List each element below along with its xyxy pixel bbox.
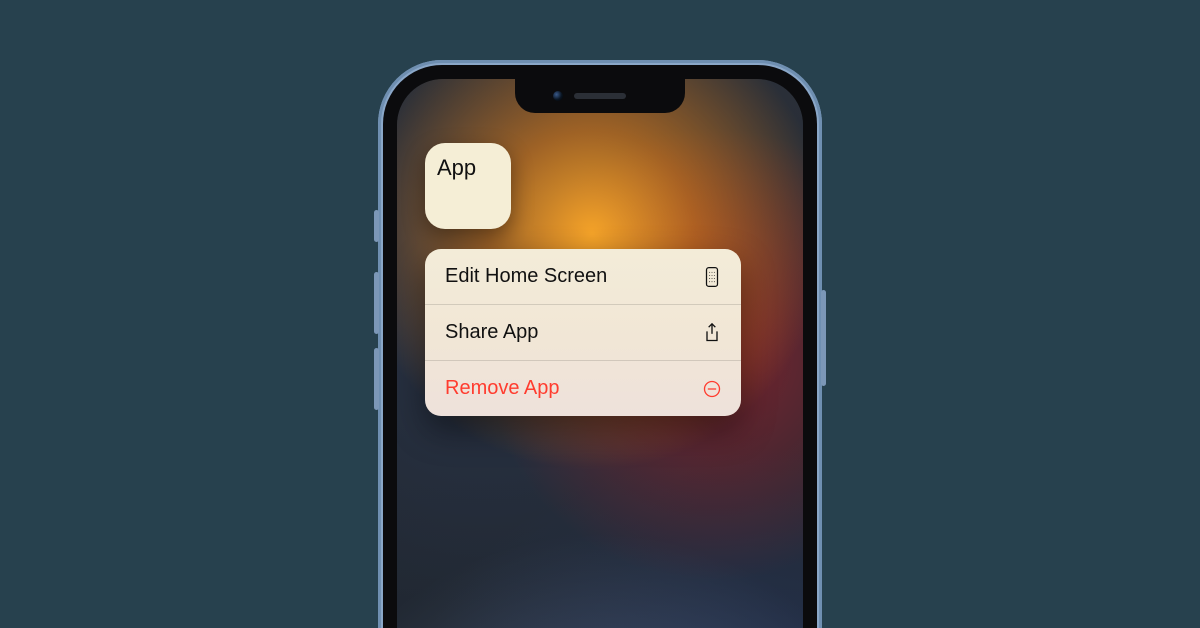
volume-down-button[interactable] bbox=[374, 348, 379, 410]
menu-item-label: Share App bbox=[445, 321, 538, 344]
app-context-menu: Edit Home Screen bbox=[425, 249, 741, 416]
notch bbox=[515, 79, 685, 113]
menu-item-remove-app[interactable]: Remove App bbox=[425, 360, 741, 416]
power-button[interactable] bbox=[821, 290, 826, 386]
minus-circle-icon bbox=[701, 378, 723, 400]
app-icon-label: App bbox=[437, 155, 476, 181]
menu-item-edit-home-screen[interactable]: Edit Home Screen bbox=[425, 249, 741, 304]
phone-screen: App Edit Home Screen bbox=[397, 79, 803, 628]
apps-grid-icon bbox=[701, 266, 723, 288]
menu-item-share-app[interactable]: Share App bbox=[425, 304, 741, 360]
menu-item-label: Edit Home Screen bbox=[445, 265, 607, 288]
front-camera-icon bbox=[553, 91, 563, 101]
iphone-frame: App Edit Home Screen bbox=[378, 60, 822, 628]
silence-switch[interactable] bbox=[374, 210, 379, 242]
share-icon bbox=[701, 322, 723, 344]
speaker-grille-icon bbox=[574, 93, 626, 99]
app-icon[interactable]: App bbox=[425, 143, 511, 229]
phone-bezel: App Edit Home Screen bbox=[383, 65, 817, 628]
menu-item-label: Remove App bbox=[445, 377, 560, 400]
volume-up-button[interactable] bbox=[374, 272, 379, 334]
